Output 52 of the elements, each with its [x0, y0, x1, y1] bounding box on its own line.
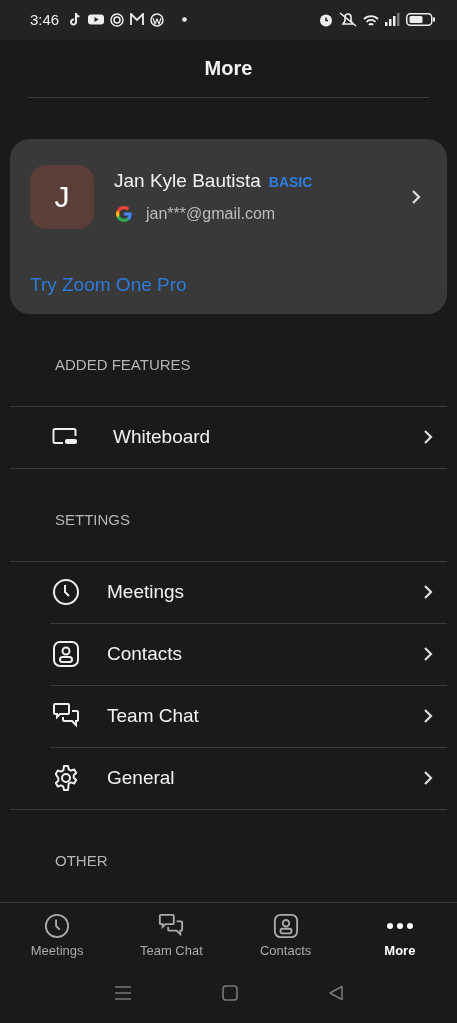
tab[interactable]: Team Chat [114, 902, 229, 969]
mail-icon [130, 13, 145, 27]
clock-icon [44, 912, 71, 939]
menu-label: Meetings [107, 581, 186, 604]
menu-item[interactable]: Meetings [0, 561, 457, 623]
menu-item[interactable]: General [0, 747, 457, 809]
tab[interactable]: More [342, 902, 457, 969]
menu-item[interactable]: Whiteboard [0, 406, 457, 468]
settings-icon [52, 764, 80, 793]
target-icon [110, 12, 125, 27]
menu-item[interactable]: Contacts [0, 623, 457, 685]
signal-icon [385, 13, 400, 27]
google-icon [114, 203, 134, 224]
chevron-right-icon [423, 646, 433, 663]
section-header: SETTINGS [54, 509, 131, 530]
music-note-icon [69, 12, 83, 28]
section-header: OTHER [54, 850, 109, 871]
battery-icon [406, 13, 435, 27]
menu-label: Whiteboard [113, 426, 212, 449]
w-circle-icon [150, 12, 165, 27]
menu-label: Team Chat [107, 705, 200, 728]
contact-icon [52, 640, 80, 669]
chevron-right-icon [423, 770, 433, 787]
plan-label: BASIC [268, 173, 313, 190]
email-address: jan***@gmail.com [146, 204, 276, 223]
back-icon[interactable] [327, 984, 344, 1001]
profile-name: Jan Kyle Bautista [114, 169, 261, 192]
menu-icon[interactable] [113, 984, 132, 1001]
wifi-icon [363, 13, 379, 26]
section-header: ADDED FEATURES [54, 354, 192, 375]
avatar: J [30, 164, 94, 229]
chevron-right-icon [423, 584, 433, 601]
profile-card[interactable]: J Jan Kyle Bautista BASIC jan***@gmail.com Try Zoom One Pro [10, 138, 447, 314]
chevron-right-icon [423, 429, 433, 446]
home-icon[interactable] [221, 984, 238, 1001]
video-play-icon [88, 14, 105, 26]
menu-label: Contacts [107, 643, 183, 666]
chat-icon [158, 912, 185, 939]
more-icon [385, 922, 414, 929]
chevron-right-icon [411, 188, 421, 205]
menu-label: General [107, 767, 176, 790]
menu-item[interactable]: Team Chat [0, 685, 457, 747]
dot-icon [182, 17, 188, 23]
chevron-right-icon [423, 708, 433, 725]
tab[interactable]: Contacts [228, 902, 343, 969]
contact-icon [272, 912, 299, 939]
tab[interactable]: Meetings [0, 902, 115, 969]
page-title: More [204, 56, 253, 80]
alarm-clock-icon [319, 12, 333, 27]
clock-icon [52, 578, 80, 607]
muted-bell-icon [339, 12, 357, 28]
status-time: 3:46 [30, 11, 60, 29]
